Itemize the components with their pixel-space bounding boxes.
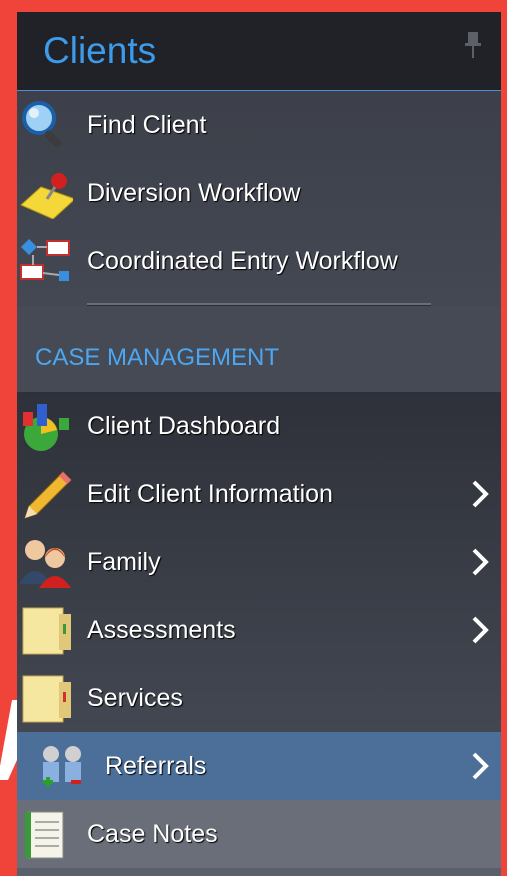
- folder-icon: [22, 607, 71, 655]
- menu-item-label: Case Notes: [87, 819, 218, 848]
- menu-item-client-dashboard[interactable]: Client Dashboard: [17, 392, 501, 460]
- menu-item-find-client[interactable]: Find Client: [17, 91, 501, 159]
- background-shape: [0, 700, 17, 780]
- menu-item-label: Diversion Workflow: [87, 178, 301, 207]
- family-people-icon: [19, 540, 71, 588]
- menu-item-case-notes[interactable]: Case Notes: [17, 800, 501, 868]
- magnifier-icon: [22, 101, 62, 148]
- menu-item-family[interactable]: Family: [17, 528, 501, 596]
- menu-item-label: Services: [87, 683, 183, 712]
- case-management-items: Client Dashboard Edit Client Information…: [17, 392, 501, 868]
- chevron-right-icon: [472, 480, 489, 508]
- workflow-diagram-icon: [20, 239, 70, 281]
- chevron-right-icon: [472, 752, 489, 780]
- menu-item-edit-client-information[interactable]: Edit Client Information: [17, 460, 501, 528]
- menu-item-label: Assessments: [87, 615, 236, 644]
- pencil-icon: [24, 471, 72, 519]
- referral-people-icon: [43, 746, 81, 787]
- notebook-icon: [25, 811, 64, 859]
- menu-item-label: Client Dashboard: [87, 411, 281, 440]
- section-case-management: CASE MANAGEMENT: [17, 306, 501, 392]
- menu-item-diversion-workflow[interactable]: Diversion Workflow: [17, 159, 501, 227]
- chevron-right-icon: [472, 616, 489, 644]
- menu-item-label: Coordinated Entry Workflow: [87, 246, 398, 275]
- menu-item-referrals[interactable]: Referrals: [17, 732, 501, 800]
- panel-title: Clients: [43, 30, 157, 71]
- folder-icon: [22, 675, 71, 723]
- chevron-right-icon: [472, 548, 489, 576]
- pushpin-note-icon: [20, 173, 73, 219]
- menu-item-label: Referrals: [105, 751, 207, 780]
- clients-panel: Clients Find Client Diversion Workflow C…: [17, 12, 501, 876]
- menu-item-assessments[interactable]: Assessments: [17, 596, 501, 664]
- menu-item-label: Family: [87, 547, 161, 576]
- section-title: CASE MANAGEMENT: [35, 344, 280, 371]
- pin-icon[interactable]: [463, 30, 483, 60]
- menu-item-label: Find Client: [87, 110, 207, 139]
- menu-item-services[interactable]: Services: [17, 664, 501, 732]
- panel-header: Clients: [17, 12, 501, 91]
- menu-item-label: Edit Client Information: [87, 479, 333, 508]
- menu-item-coordinated-entry-workflow[interactable]: Coordinated Entry Workflow: [17, 227, 501, 295]
- dashboard-chart-icon: [23, 404, 69, 451]
